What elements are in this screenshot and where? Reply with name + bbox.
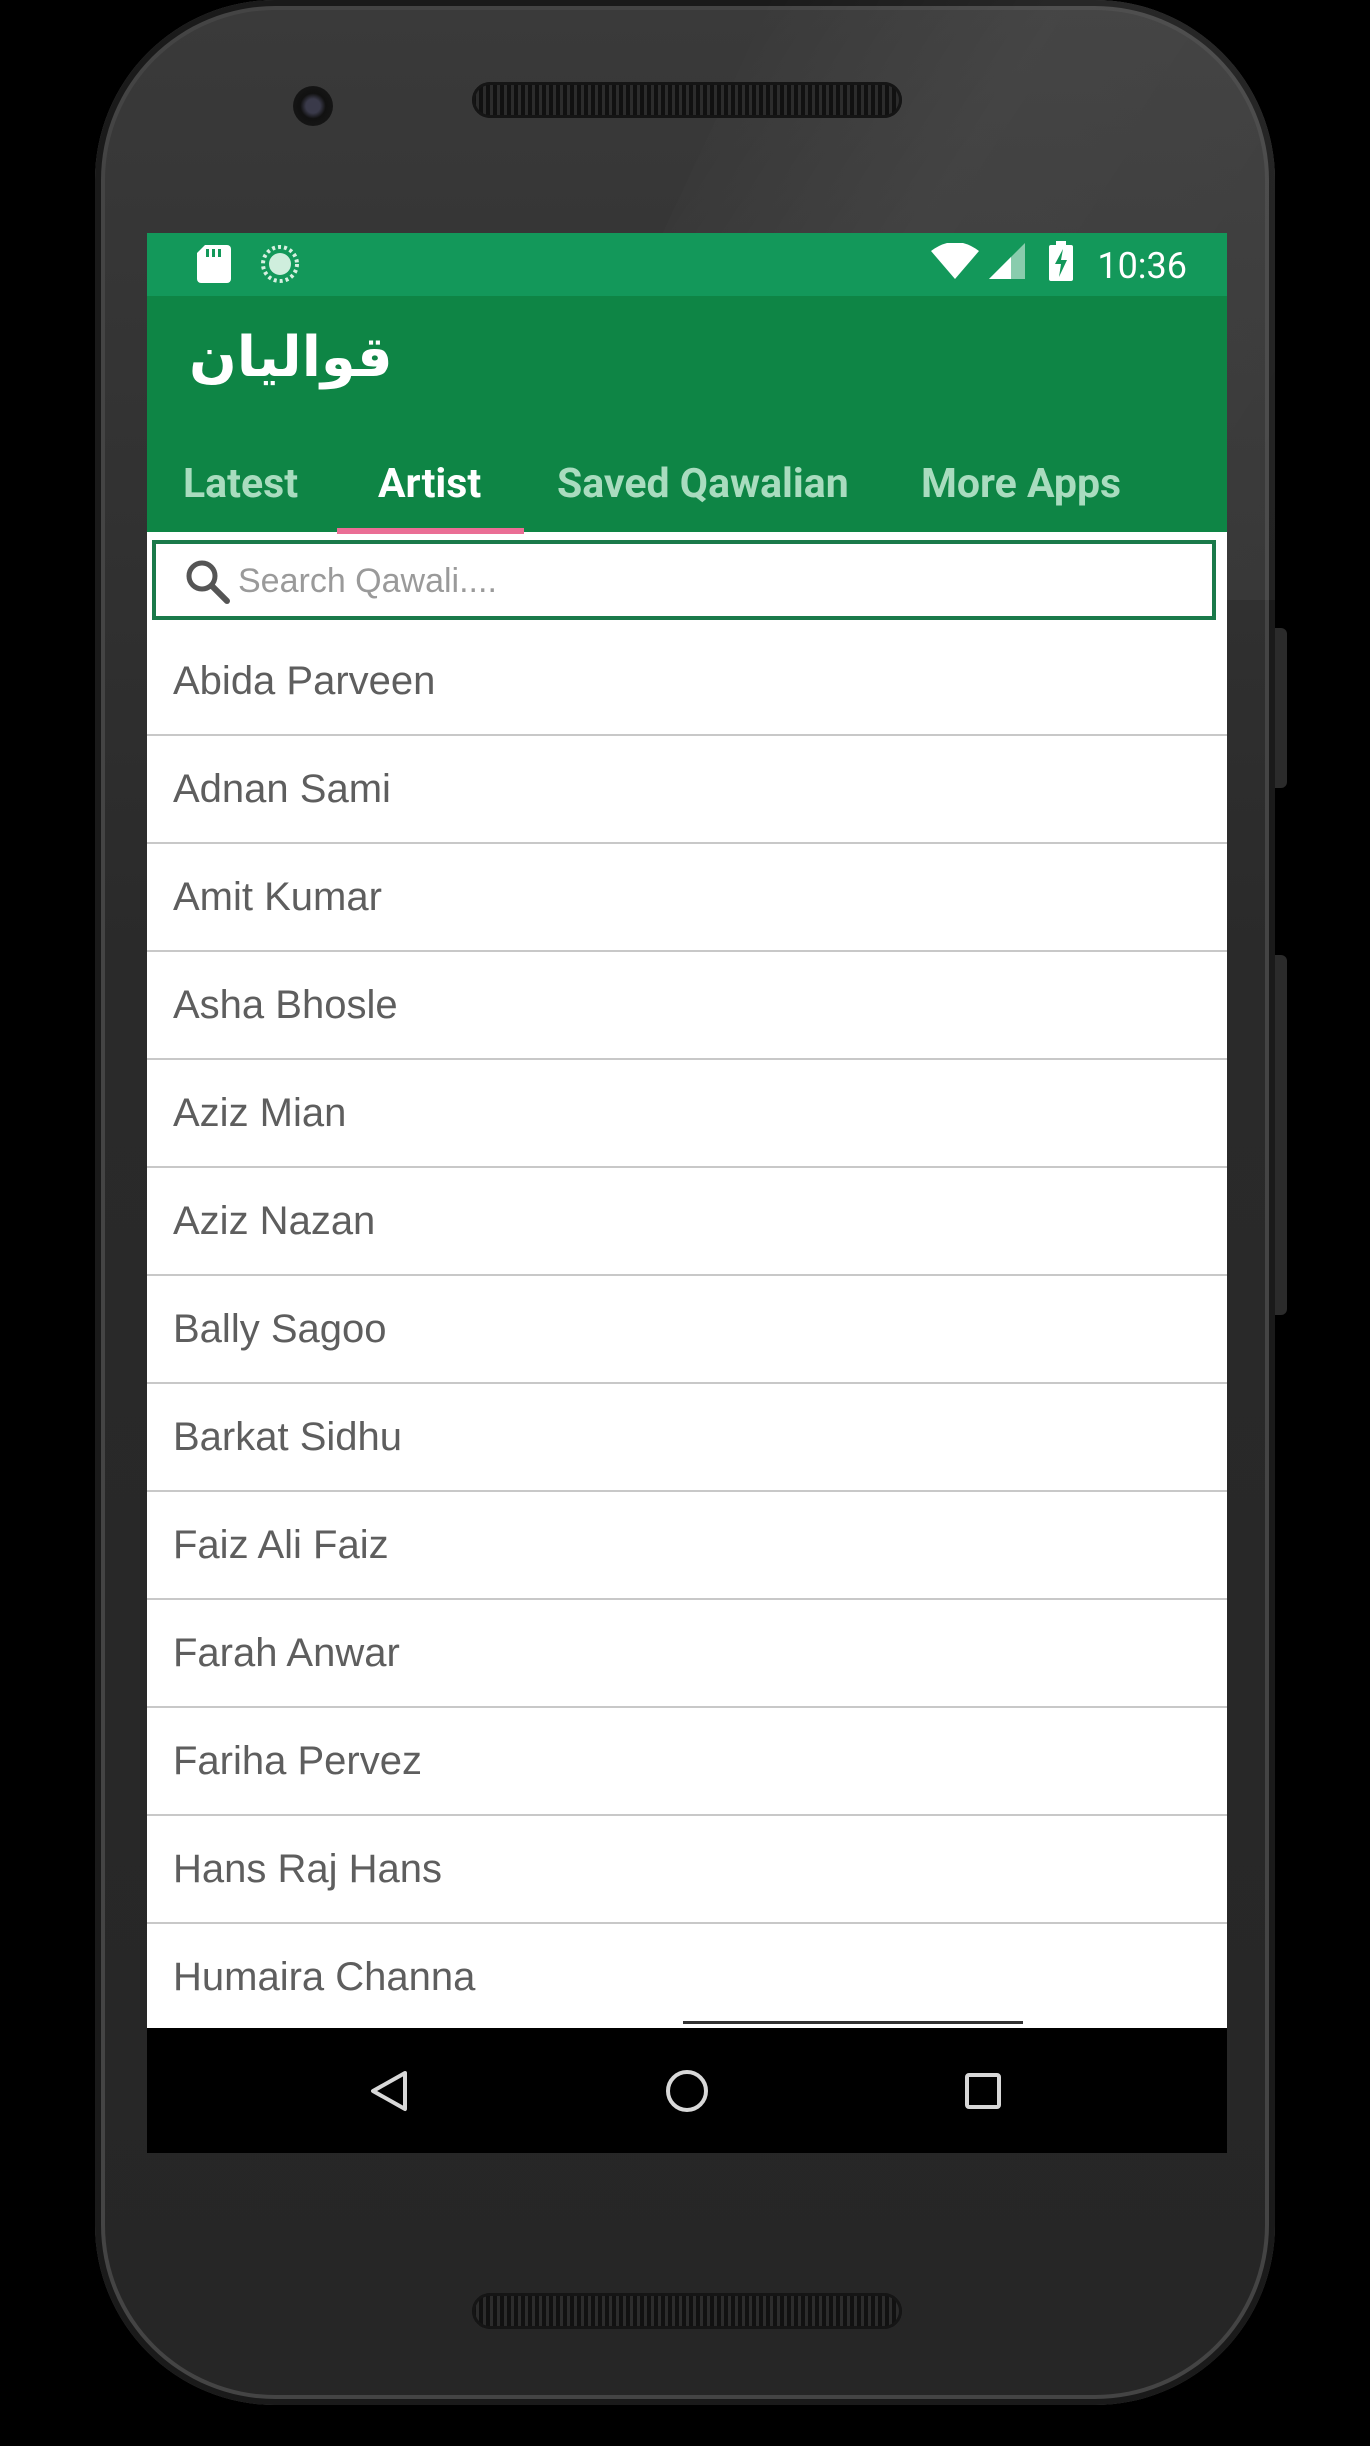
search-input[interactable] — [236, 550, 1200, 612]
tab-artist[interactable]: Artist — [378, 460, 481, 508]
cell-signal-icon — [989, 243, 1026, 288]
list-item[interactable]: Fariha Pervez — [147, 1708, 1227, 1816]
screen: 10:36 قواليان Latest Artist Saved Qawali… — [147, 233, 1227, 2153]
artist-list: Abida Parveen Adnan Sami Amit Kumar Asha… — [147, 628, 1227, 2032]
tab-latest[interactable]: Latest — [183, 460, 298, 508]
tab-bar: Latest Artist Saved Qawalian More Apps — [147, 432, 1227, 532]
sd-card-icon — [197, 245, 231, 287]
list-item[interactable]: Aziz Nazan — [147, 1168, 1227, 1276]
navigation-bar — [147, 2028, 1227, 2153]
tab-saved-qawalian[interactable]: Saved Qawalian — [557, 460, 849, 508]
list-item[interactable]: Abida Parveen — [147, 628, 1227, 736]
volume-button — [1275, 955, 1287, 1315]
front-camera — [293, 86, 333, 126]
list-item[interactable]: Bally Sagoo — [147, 1276, 1227, 1384]
home-icon[interactable] — [652, 2056, 722, 2126]
list-item[interactable]: Amit Kumar — [147, 844, 1227, 952]
list-item[interactable]: Farah Anwar — [147, 1600, 1227, 1708]
list-item[interactable]: Aziz Mian — [147, 1060, 1227, 1168]
battery-charging-icon — [1049, 241, 1074, 290]
wifi-icon — [931, 242, 980, 288]
back-icon[interactable] — [354, 2056, 424, 2126]
list-item[interactable]: Barkat Sidhu — [147, 1384, 1227, 1492]
list-item[interactable]: Faiz Ali Faiz — [147, 1492, 1227, 1600]
clock-time: 10:36 — [1097, 244, 1187, 287]
list-item[interactable]: Humaira Channa — [147, 1924, 1227, 2032]
power-button — [1275, 628, 1287, 788]
app-title: قواليان — [189, 325, 393, 390]
list-item[interactable]: Asha Bhosle — [147, 952, 1227, 1060]
status-bar: 10:36 — [147, 233, 1227, 296]
list-item[interactable]: Adnan Sami — [147, 736, 1227, 844]
tab-more-apps[interactable]: More Apps — [921, 460, 1121, 508]
scrollbar-thumb[interactable] — [683, 2021, 1023, 2024]
search-box[interactable] — [152, 540, 1216, 620]
list-item[interactable]: Hans Raj Hans — [147, 1816, 1227, 1924]
recents-icon[interactable] — [948, 2056, 1018, 2126]
active-tab-indicator — [337, 528, 524, 534]
top-speaker — [472, 82, 902, 118]
sync-icon — [261, 245, 299, 287]
bottom-speaker — [472, 2293, 902, 2329]
search-icon — [184, 558, 230, 608]
